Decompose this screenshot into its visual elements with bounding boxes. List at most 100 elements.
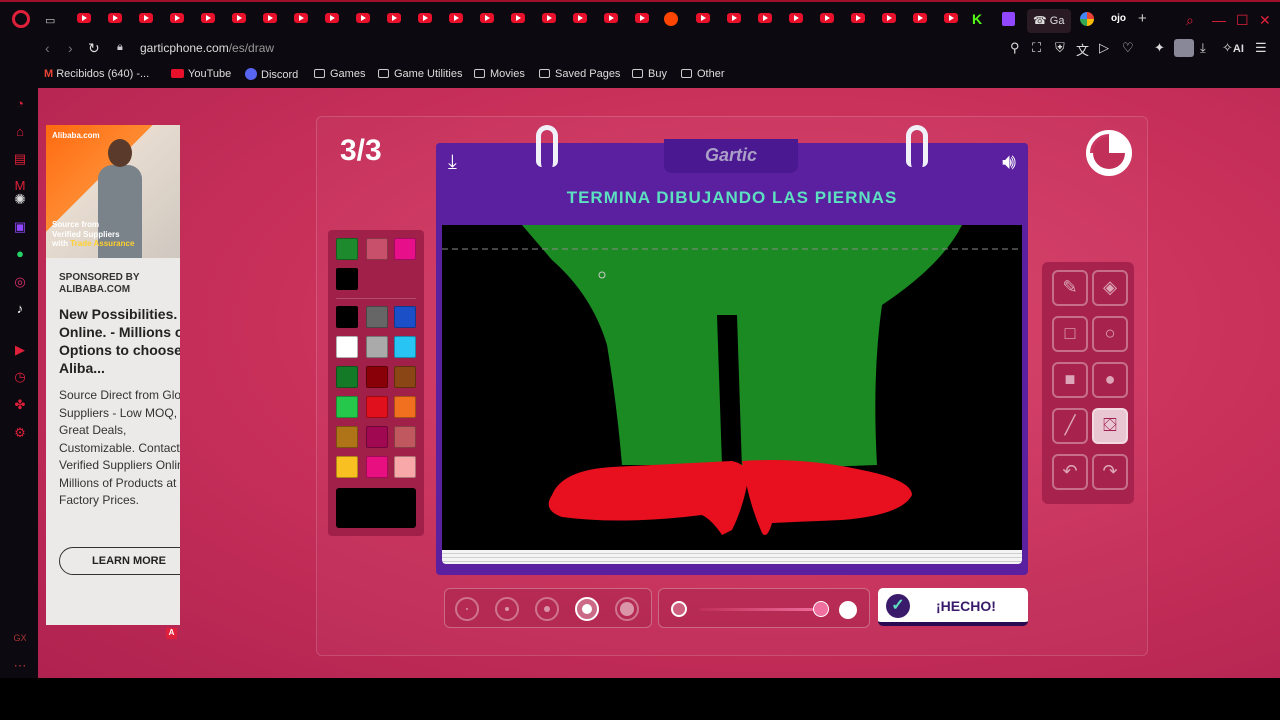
current-color-preview[interactable]	[336, 488, 416, 528]
gx-control-icon[interactable]: ▤	[12, 151, 28, 167]
color-swatch[interactable]	[336, 456, 358, 478]
recent-color-swatch[interactable]	[336, 268, 358, 290]
instagram-icon[interactable]: ◎	[12, 274, 28, 290]
whatsapp-icon[interactable]: ●	[12, 246, 28, 262]
back-button[interactable]: ‹	[45, 40, 50, 56]
reload-button[interactable]: ↻	[88, 40, 100, 57]
brush-size-option-selected[interactable]	[575, 597, 599, 621]
tab-youtube[interactable]	[325, 13, 339, 23]
menu-icon[interactable]: ☰	[1255, 40, 1267, 56]
tab-youtube[interactable]	[573, 13, 587, 23]
tab-youtube[interactable]	[418, 13, 432, 23]
chatgpt-icon[interactable]: ✺	[12, 191, 28, 207]
tab-ojo-icon[interactable]: ojo	[1111, 13, 1126, 24]
ai-button[interactable]: ✧AI	[1222, 40, 1244, 56]
tab-youtube[interactable]	[789, 13, 803, 23]
tab-youtube[interactable]	[851, 13, 865, 23]
circle-fill-icon[interactable]: ●	[1092, 362, 1128, 398]
ad-headline[interactable]: New Possibilities. All Online. - Million…	[59, 305, 180, 377]
adchoices-icon[interactable]: A	[166, 628, 177, 639]
download-icon[interactable]: ⤓	[1200, 40, 1206, 56]
tab-youtube[interactable]	[542, 13, 556, 23]
bookmark-discord[interactable]: Discord	[245, 68, 298, 81]
color-swatch[interactable]	[336, 336, 358, 358]
bucket-icon[interactable]: ⛋	[1092, 408, 1128, 444]
opacity-handle[interactable]	[813, 601, 829, 617]
rectangle-outline-icon[interactable]: □	[1052, 316, 1088, 352]
bookmark-youtube[interactable]: YouTube	[171, 68, 231, 80]
tab-search-icon[interactable]: ▭	[45, 14, 55, 27]
bookmark-folder-movies[interactable]: Movies	[474, 68, 525, 80]
tab-youtube[interactable]	[913, 13, 927, 23]
tab-youtube[interactable]	[139, 13, 153, 23]
brush-size-option[interactable]	[455, 597, 479, 621]
opacity-track[interactable]	[699, 608, 825, 611]
color-swatch[interactable]	[366, 306, 388, 328]
download-drawing-icon[interactable]: ⤓	[448, 151, 457, 174]
color-swatch[interactable]	[394, 336, 416, 358]
pencil-icon[interactable]: ✎	[1052, 270, 1088, 306]
redo-icon[interactable]: ↷	[1092, 454, 1128, 490]
tab-youtube[interactable]	[727, 13, 741, 23]
color-swatch[interactable]	[394, 366, 416, 388]
maximize-button[interactable]: ☐	[1236, 12, 1249, 29]
color-swatch[interactable]	[336, 426, 358, 448]
brush-size-option[interactable]	[535, 597, 559, 621]
color-swatch[interactable]	[394, 306, 416, 328]
tab-youtube[interactable]	[604, 13, 618, 23]
tab-youtube[interactable]	[356, 13, 370, 23]
opacity-slider[interactable]	[658, 588, 870, 628]
tab-gartic-active[interactable]: ☎ Ga	[1027, 9, 1071, 33]
bookmark-folder-saved-pages[interactable]: Saved Pages	[539, 68, 620, 80]
color-swatch[interactable]	[394, 426, 416, 448]
line-icon[interactable]: ╱	[1052, 408, 1088, 444]
history-icon[interactable]: ◷	[12, 369, 28, 385]
color-swatch[interactable]	[336, 306, 358, 328]
tab-youtube[interactable]	[820, 13, 834, 23]
bookmark-folder-buy[interactable]: Buy	[632, 68, 667, 80]
tab-youtube[interactable]	[294, 13, 308, 23]
tab-youtube[interactable]	[108, 13, 122, 23]
tab-google-icon[interactable]	[1080, 12, 1094, 26]
learn-more-button[interactable]: LEARN MORE	[59, 547, 180, 575]
new-tab-button[interactable]: +	[1138, 10, 1147, 27]
tab-youtube[interactable]	[77, 13, 91, 23]
tab-youtube[interactable]	[387, 13, 401, 23]
tab-youtube[interactable]	[449, 13, 463, 23]
color-swatch[interactable]	[336, 366, 358, 388]
recent-color-swatch[interactable]	[366, 238, 388, 260]
forward-button[interactable]: ›	[68, 40, 73, 56]
gx-corner-icon[interactable]: ⌂	[12, 124, 28, 140]
recent-color-swatch[interactable]	[336, 238, 358, 260]
url-field[interactable]: garticphone.com/es/draw	[140, 41, 274, 55]
recent-color-swatch[interactable]	[394, 238, 416, 260]
rectangle-fill-icon[interactable]: ■	[1052, 362, 1088, 398]
heart-icon[interactable]: ♡	[1122, 40, 1134, 56]
color-swatch[interactable]	[394, 456, 416, 478]
color-swatch[interactable]	[366, 396, 388, 418]
brush-size-option[interactable]	[615, 597, 639, 621]
extensions-icon[interactable]: ✦	[1154, 40, 1165, 56]
tiktok-icon[interactable]: ♪	[12, 301, 28, 317]
settings-icon[interactable]: ⚙	[12, 425, 28, 441]
tab-youtube[interactable]	[758, 13, 772, 23]
undo-icon[interactable]: ↶	[1052, 454, 1088, 490]
color-swatch[interactable]	[366, 426, 388, 448]
bookmark-folder-other[interactable]: Other	[681, 68, 725, 80]
color-swatch[interactable]	[366, 456, 388, 478]
bookmark-folder-games[interactable]: Games	[314, 68, 365, 80]
adblock-shield-icon[interactable]: ⛨	[1055, 40, 1065, 56]
drawing-canvas[interactable]	[442, 225, 1022, 550]
close-window-button[interactable]: ✕	[1259, 12, 1271, 29]
profile-avatar[interactable]	[1174, 39, 1194, 57]
tab-youtube[interactable]	[944, 13, 958, 23]
tab-youtube[interactable]	[696, 13, 710, 23]
tab-youtube[interactable]	[232, 13, 246, 23]
tab-youtube[interactable]	[511, 13, 525, 23]
circle-outline-icon[interactable]: ○	[1092, 316, 1128, 352]
tab-youtube[interactable]	[170, 13, 184, 23]
eraser-icon[interactable]: ◈	[1092, 270, 1128, 306]
tab-youtube[interactable]	[263, 13, 277, 23]
more-icon[interactable]: ⋯	[12, 658, 28, 674]
pin-icon[interactable]: ⚲	[1010, 40, 1020, 56]
